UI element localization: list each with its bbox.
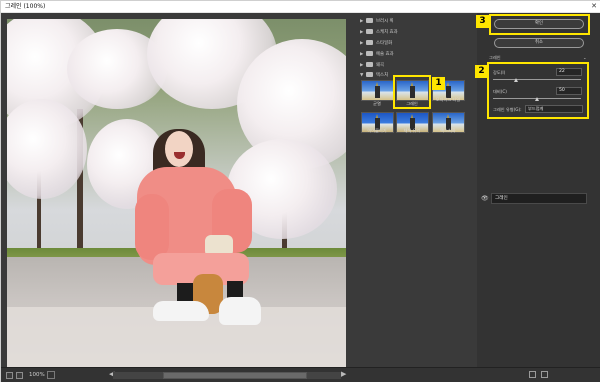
filter-select[interactable]: 그레인 xyxy=(489,54,501,61)
zoom-out-icon[interactable] xyxy=(6,372,13,379)
thumb-label: 이어붙이기 xyxy=(367,128,387,133)
thumb-label: 모자이크 타일 xyxy=(435,97,461,102)
folder-icon xyxy=(366,71,373,77)
thumb-label: 채색 유리 xyxy=(403,128,421,133)
girl-arm-left xyxy=(135,194,169,260)
zoom-in-icon[interactable] xyxy=(16,372,23,379)
folder-icon xyxy=(366,17,373,23)
layer-name: 그레인 xyxy=(495,196,508,201)
category-stylize[interactable]: ▶ 스타일화 xyxy=(360,39,392,48)
selected-filter-highlight xyxy=(393,75,431,109)
effect-layer[interactable]: 그레인 xyxy=(491,193,587,204)
annotation-badge-1: 1 xyxy=(432,77,445,90)
category-label: 왜곡 xyxy=(376,63,385,68)
category-brush-strokes[interactable]: ▶ 브러시 획 xyxy=(360,17,394,26)
contrast-input[interactable]: 50 xyxy=(556,87,582,95)
category-label: 텍스처 xyxy=(376,73,389,78)
thumb-label: 균열 xyxy=(373,101,381,106)
cancel-button[interactable]: 취소 xyxy=(494,38,584,48)
category-label: 스케치 효과 xyxy=(376,30,398,35)
ok-button[interactable]: 확인 xyxy=(494,19,584,29)
intensity-label: 강도(I) xyxy=(493,70,506,75)
scroll-right-icon[interactable]: ▶ xyxy=(341,370,346,379)
chevron-down-icon[interactable]: ⌄ xyxy=(583,54,587,61)
grain-type-value: 부드럽게 xyxy=(528,106,544,111)
filter-gallery-window: 그레인 (100%) ✕ 100% ◀ ▶ ▶ 브러시 획 ▶ 스케치 효과 ▶… xyxy=(0,0,600,382)
close-icon[interactable]: ✕ xyxy=(591,2,597,11)
folder-icon xyxy=(366,28,373,34)
zoom-dropdown[interactable] xyxy=(47,371,55,379)
thumb-craquelure[interactable] xyxy=(361,80,394,101)
scrollbar-thumb[interactable] xyxy=(163,372,307,379)
thumb-label: 텍스처화 xyxy=(440,128,456,133)
category-distort[interactable]: ▶ 왜곡 xyxy=(360,61,384,70)
category-label: 예술 효과 xyxy=(376,52,394,57)
delete-layer-icon[interactable] xyxy=(541,371,548,378)
folder-icon xyxy=(366,61,373,67)
intensity-input[interactable]: 22 xyxy=(556,68,582,76)
category-artistic[interactable]: ▶ 예술 효과 xyxy=(360,50,394,59)
folder-icon xyxy=(366,39,373,45)
zoom-level: 100% xyxy=(29,372,45,378)
category-label: 브러시 획 xyxy=(376,19,394,24)
title-bar: 그레인 (100%) ✕ xyxy=(1,1,600,13)
contrast-slider-knob[interactable] xyxy=(535,97,539,101)
grain-type-label: 그레인 유형(G): xyxy=(493,107,522,112)
intensity-slider-knob[interactable] xyxy=(514,78,518,82)
grain-type-select[interactable]: 부드럽게 xyxy=(525,105,583,113)
window-title: 그레인 (100%) xyxy=(5,3,46,10)
category-texture[interactable]: ▼ 텍스처 xyxy=(360,71,388,80)
shoe-right xyxy=(219,297,261,325)
girl-face xyxy=(165,131,193,167)
preview-image[interactable] xyxy=(7,19,346,367)
folder-icon xyxy=(366,50,373,56)
category-label: 스타일화 xyxy=(376,41,393,46)
new-layer-icon[interactable] xyxy=(529,371,536,378)
annotation-badge-2: 2 xyxy=(475,65,488,78)
sock-left xyxy=(177,283,193,303)
eye-icon[interactable]: 👁 xyxy=(481,196,489,202)
category-sketch[interactable]: ▶ 스케치 효과 xyxy=(360,28,398,37)
contrast-label: 대비(C) xyxy=(493,89,507,94)
status-bar: 100% ◀ ▶ xyxy=(1,367,600,382)
annotation-badge-3: 3 xyxy=(476,15,489,28)
intensity-slider[interactable] xyxy=(493,79,581,80)
horizontal-scrollbar[interactable] xyxy=(113,372,341,379)
shoe-left xyxy=(153,301,209,321)
